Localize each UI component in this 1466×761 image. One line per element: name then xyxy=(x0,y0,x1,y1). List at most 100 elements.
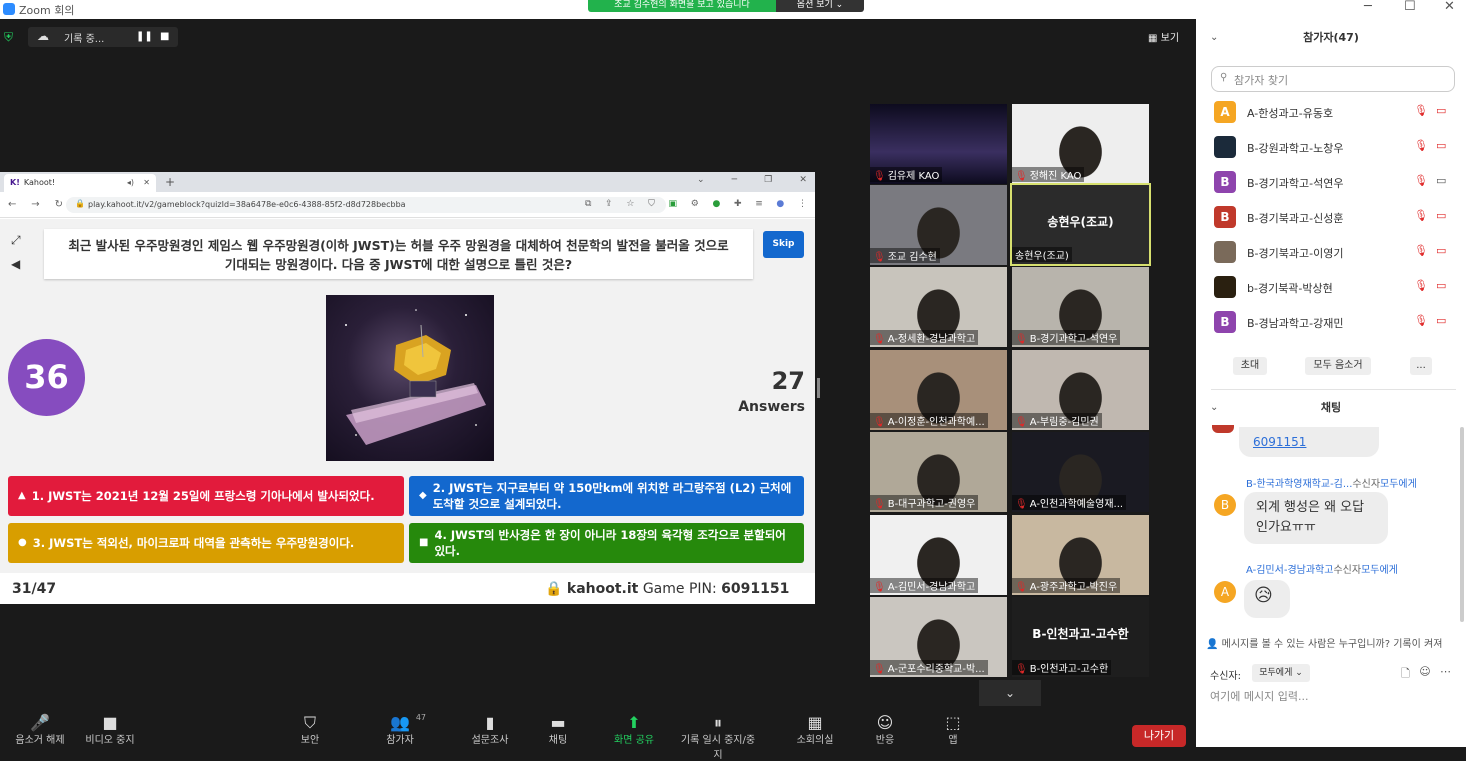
reload-icon[interactable]: ↻ xyxy=(55,199,63,210)
translate-icon[interactable]: ⧉ xyxy=(585,199,591,209)
fullscreen-icon[interactable]: ⤢ xyxy=(11,233,21,248)
more-icon[interactable]: ⋯ xyxy=(1440,665,1451,684)
forward-icon[interactable]: → xyxy=(31,199,39,210)
close-icon[interactable]: ✕ xyxy=(799,175,807,185)
answer-option-3[interactable]: ● 3. JWST는 적외선, 마이크로파 대역을 관측하는 우주망원경이다. xyxy=(8,523,404,563)
file-icon[interactable]: 🗋 xyxy=(1401,665,1410,684)
minimize-icon[interactable]: ─ xyxy=(732,175,737,185)
close-window-button[interactable]: ✕ xyxy=(1444,0,1455,14)
speaker-icon[interactable]: ◂) xyxy=(127,178,134,187)
video-off-icon[interactable]: ▭ xyxy=(1436,279,1446,292)
invite-button[interactable]: 초대 xyxy=(1233,357,1267,375)
leave-button[interactable]: 나가기 xyxy=(1132,725,1186,747)
video-tile[interactable]: 🎙 A-광주과학고-박진우 xyxy=(1012,515,1149,595)
breakout-rooms-button[interactable]: ▦ 소회의실 xyxy=(775,713,855,746)
video-off-icon[interactable]: ▭ xyxy=(1436,174,1446,187)
mute-all-button[interactable]: 모두 음소거 xyxy=(1305,357,1371,375)
chat-link[interactable]: 6091151 xyxy=(1253,435,1306,449)
video-off-icon[interactable]: ▭ xyxy=(1436,314,1446,327)
volume-icon[interactable]: ◀ xyxy=(11,257,20,271)
participant-row[interactable]: B-강원과학고-노창우 🎙 ▭ xyxy=(1211,129,1456,164)
video-tile[interactable]: 🎙 김유제 KAO xyxy=(870,104,1007,184)
close-tab-icon[interactable]: ✕ xyxy=(143,178,150,187)
url-field[interactable]: 🔒 play.kahoot.it/v2/gameblock?quizId=38a… xyxy=(66,197,666,213)
video-off-icon[interactable]: ▭ xyxy=(1436,244,1446,257)
answer-option-2[interactable]: ◆ 2. JWST는 지구로부터 약 150만km에 위치한 라그랑주점 (L2)… xyxy=(409,476,804,516)
muted-mic-icon[interactable]: 🎙 xyxy=(1414,104,1428,117)
view-button[interactable]: ▦ 보기 xyxy=(1148,29,1179,44)
pause-recording-button[interactable]: ❚❚ xyxy=(136,31,153,42)
participant-search-input[interactable]: ⚲ 참가자 찾기 xyxy=(1211,66,1455,92)
video-tile[interactable]: 🎙 A-김민서-경남과학고 xyxy=(870,515,1007,595)
ext-badge-icon[interactable]: ● xyxy=(712,199,720,209)
video-tile[interactable]: 🎙 A-이정훈-인천과학예... xyxy=(870,350,1007,430)
new-tab-button[interactable]: + xyxy=(165,175,175,189)
chat-button[interactable]: ▬ 채팅 xyxy=(518,713,598,746)
answer-option-1[interactable]: ▲ 1. JWST는 2021년 12월 25일에 프랑스령 기아나에서 발사되었… xyxy=(8,476,404,516)
maximize-button[interactable]: ☐ xyxy=(1404,0,1416,14)
more-options-button[interactable]: ... xyxy=(1410,357,1432,375)
video-tile[interactable]: 🎙 B-대구과학고-권영우 xyxy=(870,432,1007,512)
video-tile[interactable]: 🎙 조교 김수현 xyxy=(870,185,1007,265)
video-tile[interactable]: 🎙 정해진 KAO xyxy=(1012,104,1149,184)
video-off-icon[interactable]: ▭ xyxy=(1436,209,1446,222)
stop-video-button[interactable]: ■ 비디오 중지 xyxy=(70,713,150,746)
answer-option-4[interactable]: ■ 4. JWST의 반사경은 한 장이 아니라 18장의 육각형 조각으로 분할… xyxy=(409,523,804,563)
ext-green-icon[interactable]: ▣ xyxy=(669,199,678,209)
stop-recording-button[interactable]: ■ xyxy=(160,31,169,42)
participant-row[interactable]: B B-경기과학고-석연우 🎙 ▭ xyxy=(1211,164,1456,199)
jwst-illustration xyxy=(345,309,486,445)
video-tile[interactable]: 🎙 A-군포수리중학교-박... xyxy=(870,597,1007,677)
muted-mic-icon[interactable]: 🎙 xyxy=(1414,279,1428,292)
view-options-button[interactable]: 옵션 보기 ⌄ xyxy=(776,0,864,12)
restore-icon[interactable]: ❐ xyxy=(764,175,772,185)
video-tile[interactable]: B-인천과고-고수한 🎙 B-인천과고-고수한 xyxy=(1012,597,1149,677)
video-tile[interactable]: 🎙 A-정세환-경남과학고 xyxy=(870,267,1007,347)
split-view-handle[interactable] xyxy=(817,378,820,398)
participant-row[interactable]: b-경기북곽-박상현 🎙 ▭ xyxy=(1211,269,1456,304)
emoji-icon[interactable]: ☺ xyxy=(1419,665,1430,684)
video-off-icon[interactable]: ▭ xyxy=(1436,139,1446,152)
minimize-button[interactable]: ─ xyxy=(1364,0,1372,14)
browser-tab[interactable]: K! Kahoot! ◂) ✕ xyxy=(4,174,156,192)
video-off-icon[interactable]: ▭ xyxy=(1436,104,1446,117)
participant-row[interactable]: B-경기북과고-이영기 🎙 ▭ xyxy=(1211,234,1456,269)
ext-gear-icon[interactable]: ⚙ xyxy=(691,199,699,209)
chat-visibility-info[interactable]: 👤 메시지를 볼 수 있는 사람은 누구입니까? 기록이 켜져 xyxy=(1206,635,1464,650)
muted-mic-icon[interactable]: 🎙 xyxy=(1414,244,1428,257)
star-icon[interactable]: ☆ xyxy=(626,199,634,209)
participant-row[interactable]: B B-경기북과고-신성훈 🎙 ▭ xyxy=(1211,199,1456,234)
chat-scrollbar[interactable] xyxy=(1460,427,1464,622)
muted-mic-icon[interactable]: 🎙 xyxy=(1414,139,1428,152)
muted-mic-icon[interactable]: 🎙 xyxy=(1414,209,1428,222)
shield-icon[interactable]: ⛨ xyxy=(4,30,17,44)
chevron-down-icon[interactable]: ⌄ xyxy=(697,175,705,185)
video-tile[interactable]: 🎙 A-부림중-김민권 xyxy=(1012,350,1149,430)
video-tile[interactable]: 🎙 A-인천과학예술영재... xyxy=(1012,432,1149,512)
share-screen-button[interactable]: ⬆ 화면 공유 xyxy=(594,713,674,746)
shield-ext-icon[interactable]: ⛉ xyxy=(648,199,655,209)
recipient-select[interactable]: 모두에게 ⌄ xyxy=(1252,664,1310,682)
share-icon[interactable]: ⇪ xyxy=(605,199,613,209)
security-button[interactable]: ⛉ 보안 xyxy=(270,713,350,746)
profile-avatar[interactable]: ● xyxy=(776,199,784,209)
playlist-icon[interactable]: ≡ xyxy=(755,199,763,209)
video-tile[interactable]: 송현우(조교) 송현우(조교) xyxy=(1010,183,1151,266)
back-icon[interactable]: ← xyxy=(8,199,16,210)
participants-button[interactable]: 👥 47 참가자 xyxy=(360,713,440,746)
muted-mic-icon[interactable]: 🎙 xyxy=(1414,314,1428,327)
tile-center-name: 송현우(조교) xyxy=(1047,215,1114,229)
gallery-scroll-down-button[interactable]: ⌄ xyxy=(979,680,1041,706)
puzzle-icon[interactable]: ✚ xyxy=(734,199,742,209)
skip-button[interactable]: Skip xyxy=(763,231,804,258)
video-tile[interactable]: 🎙 B-경기과학고-석연우 xyxy=(1012,267,1149,347)
menu-icon[interactable]: ⋮ xyxy=(798,199,807,209)
participant-row[interactable]: A A-한성과고-유동호 🎙 ▭ xyxy=(1211,94,1456,129)
participant-row[interactable]: B B-경남과학고-강재민 🎙 ▭ xyxy=(1211,304,1456,339)
muted-mic-icon[interactable]: 🎙 xyxy=(1414,174,1428,187)
pause-stop-recording-button[interactable]: ⏸ 기록 일시 중지/중지 xyxy=(678,713,758,761)
apps-button[interactable]: ⬚ 앱 xyxy=(913,713,993,746)
unmute-button[interactable]: 🎤 음소거 해제 xyxy=(0,713,80,746)
chat-input[interactable]: 여기에 메시지 입력... xyxy=(1210,688,1308,704)
participant-name: A-군포수리중학교-박... xyxy=(887,664,985,675)
